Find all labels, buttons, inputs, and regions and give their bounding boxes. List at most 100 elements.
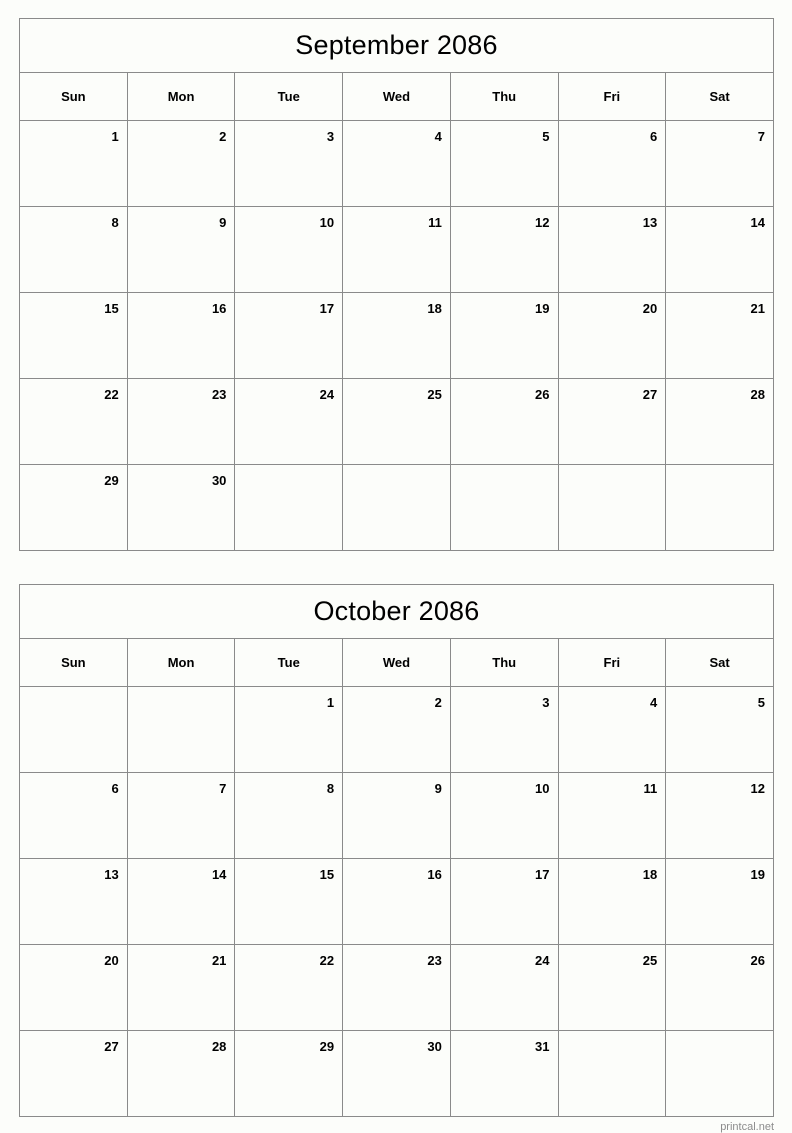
weekday-header-sat: Sat: [665, 72, 774, 121]
day-cell[interactable]: 10: [450, 772, 559, 859]
day-cell[interactable]: 21: [127, 944, 236, 1031]
day-cell[interactable]: 30: [342, 1030, 451, 1117]
day-cell[interactable]: 4: [342, 120, 451, 207]
weekday-header-fri: Fri: [558, 72, 667, 121]
calendars-container: September 2086 Sun Mon Tue Wed Thu Fri Sat 1 2 3 4 5…: [19, 18, 774, 1117]
day-cell[interactable]: 19: [450, 292, 559, 379]
month-calendar: October 2086 Sun Mon Tue Wed Thu Fri Sat 1 2 3 4 5 6 7…: [19, 584, 774, 1117]
day-cell[interactable]: 25: [342, 378, 451, 465]
week-row: 29 30: [19, 464, 774, 551]
day-cell[interactable]: 16: [127, 292, 236, 379]
weekday-header-sun: Sun: [19, 638, 128, 687]
day-cell[interactable]: 1: [234, 686, 344, 773]
week-row: 20 21 22 23 24 25 26: [19, 944, 774, 1031]
page-footer-attribution: printcal.net: [720, 1121, 774, 1133]
weekday-header-sun: Sun: [19, 72, 128, 121]
day-cell[interactable]: 31: [450, 1030, 559, 1117]
month-title: October 2086: [19, 584, 774, 639]
day-cell[interactable]: 2: [127, 120, 236, 207]
day-cell[interactable]: 23: [342, 944, 451, 1031]
day-cell[interactable]: 17: [234, 292, 344, 379]
weekday-header-wed: Wed: [342, 638, 451, 687]
day-cell[interactable]: 11: [342, 206, 451, 293]
day-cell[interactable]: 18: [558, 858, 667, 945]
day-cell[interactable]: 16: [342, 858, 451, 945]
week-row: 13 14 15 16 17 18 19: [19, 858, 774, 945]
day-cell-empty: [19, 686, 128, 773]
day-cell[interactable]: 19: [665, 858, 774, 945]
week-row: 6 7 8 9 10 11 12: [19, 772, 774, 859]
month-title: September 2086: [19, 18, 774, 73]
day-cell[interactable]: 12: [450, 206, 559, 293]
day-cell[interactable]: 22: [234, 944, 344, 1031]
weekday-header-mon: Mon: [127, 638, 236, 687]
day-cell[interactable]: 26: [450, 378, 559, 465]
day-cell[interactable]: 7: [665, 120, 774, 207]
day-cell-empty: [558, 1030, 667, 1117]
day-cell[interactable]: 11: [558, 772, 667, 859]
day-cell[interactable]: 28: [665, 378, 774, 465]
day-cell[interactable]: 3: [234, 120, 344, 207]
day-cell[interactable]: 17: [450, 858, 559, 945]
day-cell[interactable]: 27: [558, 378, 667, 465]
week-row: 8 9 10 11 12 13 14: [19, 206, 774, 293]
weekday-header-thu: Thu: [450, 638, 559, 687]
day-cell[interactable]: 5: [665, 686, 774, 773]
day-cell[interactable]: 9: [127, 206, 236, 293]
day-cell[interactable]: 20: [558, 292, 667, 379]
day-cell[interactable]: 24: [450, 944, 559, 1031]
week-row: 15 16 17 18 19 20 21: [19, 292, 774, 379]
day-cell[interactable]: 20: [19, 944, 128, 1031]
day-cell[interactable]: 7: [127, 772, 236, 859]
week-row: 12345: [19, 686, 774, 773]
day-cell-empty: [450, 464, 559, 551]
day-cell[interactable]: 15: [234, 858, 344, 945]
weekday-header-fri: Fri: [558, 638, 667, 687]
day-cell[interactable]: 24: [234, 378, 344, 465]
day-cell[interactable]: 26: [665, 944, 774, 1031]
day-cell-empty: [666, 1031, 774, 1117]
day-cell[interactable]: 3: [450, 686, 559, 773]
week-row: 22 23 24 25 26 27 28: [19, 378, 774, 465]
week-row: 1234567: [19, 120, 774, 207]
month-calendar: September 2086 Sun Mon Tue Wed Thu Fri Sat 1 2 3 4 5…: [19, 18, 774, 551]
day-cell-empty: [666, 465, 774, 551]
day-cell-empty: [342, 464, 451, 551]
day-cell-empty: [558, 464, 667, 551]
day-cell[interactable]: 25: [558, 944, 667, 1031]
day-cell[interactable]: 21: [665, 292, 774, 379]
day-cell[interactable]: 6: [19, 772, 128, 859]
day-cell-empty: [234, 464, 344, 551]
day-cell-empty: [127, 686, 236, 773]
day-cell[interactable]: 30: [127, 464, 236, 551]
day-cell[interactable]: 22: [19, 378, 128, 465]
week-row: 27 28 29 30 31: [19, 1030, 774, 1117]
day-cell[interactable]: 8: [19, 206, 128, 293]
day-cell[interactable]: 29: [19, 464, 128, 551]
day-cell[interactable]: 1: [19, 120, 128, 207]
day-cell[interactable]: 13: [558, 206, 667, 293]
day-cell[interactable]: 29: [234, 1030, 344, 1117]
day-cell[interactable]: 18: [342, 292, 451, 379]
day-cell[interactable]: 6: [558, 120, 667, 207]
day-cell[interactable]: 14: [127, 858, 236, 945]
day-cell[interactable]: 14: [665, 206, 774, 293]
day-cell[interactable]: 13: [19, 858, 128, 945]
weekday-header-tue: Tue: [234, 72, 344, 121]
day-cell[interactable]: 8: [234, 772, 344, 859]
day-cell[interactable]: 4: [558, 686, 667, 773]
day-cell[interactable]: 10: [234, 206, 344, 293]
weekday-header-tue: Tue: [234, 638, 344, 687]
weekday-header-mon: Mon: [127, 72, 236, 121]
day-cell[interactable]: 28: [127, 1030, 236, 1117]
day-cell[interactable]: 15: [19, 292, 128, 379]
calendar-page: September 2086 Sun Mon Tue Wed Thu Fri Sat 1 2 3 4 5…: [0, 0, 792, 1133]
day-cell[interactable]: 12: [665, 772, 774, 859]
day-cell[interactable]: 2: [342, 686, 451, 773]
day-cell[interactable]: 23: [127, 378, 236, 465]
day-cell[interactable]: 5: [450, 120, 559, 207]
weekday-header-sat: Sat: [665, 638, 774, 687]
day-cell[interactable]: 9: [342, 772, 451, 859]
day-cell[interactable]: 27: [19, 1030, 128, 1117]
weekday-header-wed: Wed: [342, 72, 451, 121]
